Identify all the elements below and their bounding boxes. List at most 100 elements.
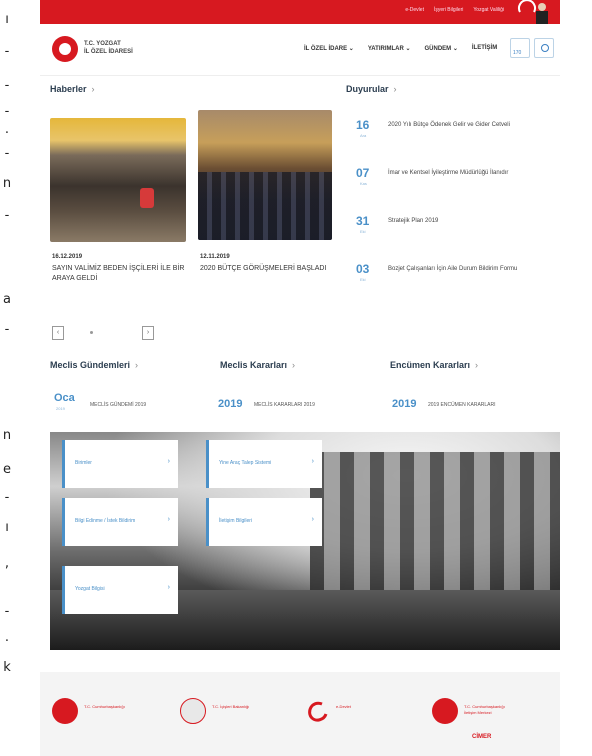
edge-char: ı bbox=[5, 12, 9, 27]
council-agenda-title[interactable]: Meclis Gündemleri › bbox=[50, 360, 138, 370]
news-title-2[interactable]: 2020 BÜTÇE GÖRÜŞMELERİ BAŞLADI bbox=[200, 264, 340, 274]
announcement-item[interactable]: 31 Eki Stratejik Plan 2019 bbox=[344, 214, 554, 248]
cimer-emblem-icon bbox=[432, 698, 458, 724]
news-photo-1[interactable] bbox=[50, 118, 186, 242]
phone-button[interactable]: 170 bbox=[510, 38, 530, 58]
edge-char: e bbox=[3, 462, 11, 477]
ministry-label: T.C. İçişleri Bakanlığı bbox=[212, 704, 250, 709]
cimer-label: CİMER bbox=[472, 734, 492, 740]
news-title-1[interactable]: SAYIN VALİMİZ BEDEN İŞÇİLERİ İLE BİR ARA… bbox=[52, 264, 192, 284]
quick-link-tile[interactable]: Birimler › bbox=[62, 440, 178, 488]
announcement-text: İmar ve Kentsel İyileştirme Müdürlüğü İl… bbox=[388, 170, 509, 176]
announcements-section-title[interactable]: Duyurular › bbox=[346, 84, 397, 94]
announcement-day: 07 bbox=[356, 166, 370, 180]
main-nav: İL ÖZEL İDARE ⌄ YATIRIMLAR ⌄ GÜNDEM ⌄ İL… bbox=[304, 45, 497, 52]
nav-iletisim[interactable]: İLETİŞİM bbox=[472, 45, 497, 52]
site-logo-text[interactable]: T.C. YOZGAT İL ÖZEL İDARESİ bbox=[84, 40, 133, 56]
announcement-text: Bozjet Çalışanları İçin Aile Durum Bildi… bbox=[388, 266, 518, 272]
quick-link-tile[interactable]: Yine Araç Talep Sistemi › bbox=[206, 440, 322, 488]
tile-label: Yine Araç Talep Sistemi bbox=[219, 460, 272, 466]
page-edge-text: ı - - - . - n - a - n e - ı , - . k bbox=[0, 0, 14, 756]
presidency-label: T.C. Cumhurbaşkanlığı bbox=[84, 704, 125, 709]
council-agenda-year: 2019 bbox=[56, 406, 65, 411]
edge-char: ı bbox=[5, 520, 9, 535]
phone-number: 170 bbox=[513, 50, 522, 56]
news-section-title[interactable]: Haberler › bbox=[50, 84, 95, 94]
footer-logos: T.C. Cumhurbaşkanlığı T.C. İçişleri Baka… bbox=[40, 672, 560, 756]
news-next-button[interactable]: › bbox=[142, 326, 154, 340]
governor-photo-icon bbox=[518, 0, 548, 24]
pager-dot[interactable] bbox=[90, 331, 93, 334]
edge-char: - bbox=[4, 44, 10, 59]
committee-decisions-title[interactable]: Encümen Kararları › bbox=[390, 360, 478, 370]
top-links: e-Devlet İşyeri Bilgileri Yozgat Valiliğ… bbox=[405, 7, 504, 13]
nav-il-ozel-idare[interactable]: İL ÖZEL İDARE ⌄ bbox=[304, 45, 354, 52]
tile-label: İletişim Bilgileri bbox=[219, 518, 253, 524]
announcement-day: 03 bbox=[356, 262, 370, 276]
council-agenda-link[interactable]: MECLİS GÜNDEMİ 2019 bbox=[90, 402, 146, 408]
chevron-right-icon: › bbox=[91, 84, 95, 94]
committee-decisions-link[interactable]: 2019 ENCÜMEN KARARLARI bbox=[428, 402, 496, 408]
arches-shape bbox=[310, 452, 560, 602]
chevron-right-icon: › bbox=[167, 584, 170, 591]
news-date-1: 16.12.2019 bbox=[52, 254, 83, 260]
announcement-item[interactable]: 16 Ara 2020 Yılı Bütçe Ödenek Gelir ve G… bbox=[344, 118, 554, 152]
announcement-month: Eki bbox=[360, 277, 366, 282]
edge-char: - bbox=[4, 104, 10, 119]
website-page: e-Devlet İşyeri Bilgileri Yozgat Valiliğ… bbox=[40, 0, 560, 756]
announcement-month: Kas bbox=[360, 181, 367, 186]
edge-char: n bbox=[2, 428, 12, 443]
ministry-emblem-icon bbox=[180, 698, 206, 724]
edevlet-label: e-Devlet bbox=[336, 704, 351, 709]
announcement-item[interactable]: 03 Eki Bozjet Çalışanları İçin Aile Duru… bbox=[344, 262, 554, 296]
edge-char: . bbox=[4, 630, 10, 645]
chevron-right-icon: › bbox=[311, 516, 314, 523]
edge-char: - bbox=[4, 208, 10, 223]
search-icon bbox=[541, 44, 549, 52]
announcement-month: Ara bbox=[360, 133, 367, 138]
announcement-month: Eki bbox=[360, 229, 366, 234]
logo-line1: T.C. YOZGAT bbox=[84, 41, 121, 47]
iletisim-merkezi-label: T.C. Cumhurbaşkanlığı İletişim Merkezi bbox=[464, 704, 505, 715]
announcement-item[interactable]: 07 Kas İmar ve Kentsel İyileştirme Müdür… bbox=[344, 166, 554, 200]
quick-link-tile[interactable]: Bilgi Edinme / İstek Bildirim › bbox=[62, 498, 178, 546]
quick-link-tile[interactable]: Yozgat Bilgisi › bbox=[62, 566, 178, 614]
tile-label: Yozgat Bilgisi bbox=[75, 586, 105, 592]
council-decisions-year: 2019 bbox=[218, 398, 243, 410]
chevron-right-icon: › bbox=[167, 458, 170, 465]
top-link-isyeri[interactable]: İşyeri Bilgileri bbox=[434, 7, 463, 13]
chevron-right-icon: › bbox=[135, 360, 139, 370]
top-bar: e-Devlet İşyeri Bilgileri Yozgat Valiliğ… bbox=[40, 0, 560, 24]
top-link-valilik[interactable]: Yozgat Valiliği bbox=[473, 7, 504, 13]
council-decisions-link[interactable]: MECLİS KARARLARI 2019 bbox=[254, 402, 315, 408]
news-date-2: 12.11.2019 bbox=[200, 254, 230, 260]
edge-char: - bbox=[4, 604, 10, 619]
logo-line2: İL ÖZEL İDARESİ bbox=[84, 49, 133, 55]
top-link-edevlet[interactable]: e-Devlet bbox=[405, 7, 424, 13]
edevlet-icon bbox=[308, 701, 328, 722]
council-agenda-month: Oca bbox=[54, 392, 75, 404]
committee-decisions-year: 2019 bbox=[392, 398, 417, 410]
edge-char: . bbox=[4, 122, 10, 137]
presidency-emblem-icon bbox=[52, 698, 78, 724]
announcement-day: 16 bbox=[356, 118, 370, 132]
edge-char: a bbox=[3, 292, 11, 307]
chevron-right-icon: › bbox=[311, 458, 314, 465]
edge-char: - bbox=[4, 490, 10, 505]
chevron-right-icon: › bbox=[167, 516, 170, 523]
edge-char: - bbox=[4, 78, 10, 93]
news-photo-2[interactable] bbox=[198, 110, 332, 240]
nav-gundem[interactable]: GÜNDEM ⌄ bbox=[425, 45, 458, 52]
tile-label: Bilgi Edinme / İstek Bildirim bbox=[75, 518, 136, 524]
chevron-right-icon: › bbox=[393, 84, 397, 94]
council-decisions-title[interactable]: Meclis Kararları › bbox=[220, 360, 295, 370]
edge-char: k bbox=[3, 660, 11, 675]
nav-yatirimlar[interactable]: YATIRIMLAR ⌄ bbox=[368, 45, 411, 52]
chevron-right-icon: › bbox=[292, 360, 296, 370]
news-prev-button[interactable]: ‹ bbox=[52, 326, 64, 340]
search-button[interactable] bbox=[534, 38, 554, 58]
edge-char: , bbox=[4, 556, 10, 571]
edge-char: - bbox=[4, 322, 10, 337]
quick-link-tile[interactable]: İletişim Bilgileri › bbox=[206, 498, 322, 546]
yozgat-logo-icon[interactable] bbox=[52, 36, 78, 62]
